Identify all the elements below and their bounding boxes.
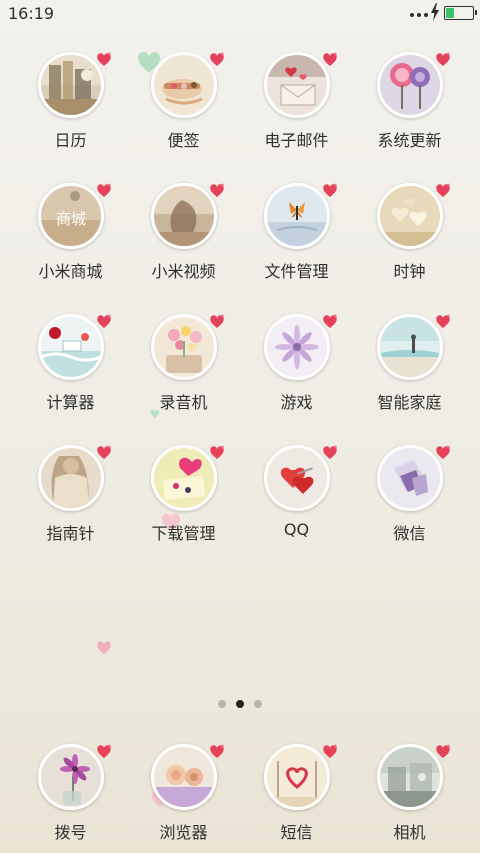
- app-camera[interactable]: 相机: [353, 744, 466, 842]
- video-icon: [150, 183, 217, 249]
- app-label: 计算器: [46, 393, 95, 412]
- app-calculator[interactable]: 计算器: [14, 314, 127, 445]
- app-mi-store[interactable]: 商城 小米商城: [14, 183, 127, 314]
- app-dialer[interactable]: 拨号: [14, 744, 127, 842]
- app-calendar[interactable]: 日历: [14, 52, 127, 183]
- heart-badge-icon: [435, 445, 450, 459]
- app-label: 浏览器: [159, 823, 208, 842]
- heart-badge-icon: [322, 314, 337, 328]
- app-wechat[interactable]: 微信: [353, 445, 466, 576]
- heart-badge-icon: [435, 183, 450, 197]
- page-dot[interactable]: [254, 700, 262, 708]
- page-dot-active[interactable]: [236, 700, 244, 708]
- store-icon-text: 商城: [55, 210, 85, 228]
- notes-icon: [150, 52, 217, 118]
- app-games[interactable]: 游戏: [240, 314, 353, 445]
- app-label: 日历: [54, 131, 87, 150]
- app-label: 微信: [393, 524, 426, 543]
- calculator-icon: [37, 314, 104, 380]
- app-label: 小米视频: [151, 262, 216, 281]
- recorder-icon: [150, 314, 217, 380]
- page-dot[interactable]: [218, 700, 226, 708]
- app-messages[interactable]: 短信: [240, 744, 353, 842]
- system-update-icon: [376, 52, 443, 118]
- app-label: 便签: [167, 131, 200, 150]
- heart-badge-icon: [209, 744, 224, 758]
- page-indicator[interactable]: [0, 700, 480, 708]
- heart-badge-icon: [209, 52, 224, 66]
- app-download-manager[interactable]: 下载管理: [127, 445, 240, 576]
- wechat-icon: [376, 445, 443, 511]
- clock-icon: [376, 183, 443, 249]
- email-icon: [263, 52, 330, 118]
- heart-badge-icon: [435, 52, 450, 66]
- app-label: 文件管理: [264, 262, 329, 281]
- app-email[interactable]: 电子邮件: [240, 52, 353, 183]
- heart-badge-icon: [96, 445, 111, 459]
- notification-dots-icon: [410, 13, 428, 17]
- app-grid: 日历 便签 电子邮件 系统更新 商城 小米商城 小米视频 文件管理 时钟 计算器…: [14, 52, 466, 576]
- battery-level: [446, 8, 454, 18]
- heart-badge-icon: [209, 314, 224, 328]
- app-label: QQ: [283, 520, 310, 539]
- download-manager-icon: [150, 445, 217, 511]
- app-label: 小米商城: [38, 262, 103, 281]
- app-browser[interactable]: 浏览器: [127, 744, 240, 842]
- app-recorder[interactable]: 录音机: [127, 314, 240, 445]
- heart-badge-icon: [322, 744, 337, 758]
- file-manager-icon: [263, 183, 330, 249]
- decorative-heart-icon: [97, 641, 111, 654]
- calendar-icon: [37, 52, 104, 118]
- heart-badge-icon: [322, 183, 337, 197]
- dialer-icon: [37, 744, 104, 810]
- browser-icon: [150, 744, 217, 810]
- app-label: 电子邮件: [264, 131, 329, 150]
- app-compass[interactable]: 指南针: [14, 445, 127, 576]
- app-smart-home[interactable]: 智能家庭: [353, 314, 466, 445]
- heart-badge-icon: [96, 744, 111, 758]
- heart-badge-icon: [322, 445, 337, 459]
- heart-badge-icon: [322, 52, 337, 66]
- app-label: 时钟: [393, 262, 426, 281]
- app-label: 相机: [393, 823, 426, 842]
- heart-badge-icon: [96, 183, 111, 197]
- store-icon: 商城: [37, 183, 104, 249]
- lightning-icon: [431, 3, 439, 21]
- app-mi-video[interactable]: 小米视频: [127, 183, 240, 314]
- heart-badge-icon: [435, 314, 450, 328]
- dock: 拨号 浏览器 短信 相机: [14, 744, 466, 842]
- app-file-manager[interactable]: 文件管理: [240, 183, 353, 314]
- heart-badge-icon: [96, 314, 111, 328]
- app-label: 拨号: [54, 823, 87, 842]
- app-label: 智能家庭: [377, 393, 442, 412]
- messages-icon: [263, 744, 330, 810]
- app-system-update[interactable]: 系统更新: [353, 52, 466, 183]
- camera-icon: [376, 744, 443, 810]
- app-label: 录音机: [159, 393, 208, 412]
- heart-badge-icon: [209, 183, 224, 197]
- app-notes[interactable]: 便签: [127, 52, 240, 183]
- compass-icon: [37, 445, 104, 511]
- app-label: 下载管理: [151, 524, 216, 543]
- status-time: 16:19: [8, 4, 55, 23]
- app-qq[interactable]: QQ: [240, 445, 353, 576]
- app-label: 短信: [280, 823, 313, 842]
- status-bar: 16:19: [0, 0, 480, 28]
- battery-icon: [444, 6, 477, 20]
- smart-home-icon: [376, 314, 443, 380]
- heart-badge-icon: [435, 744, 450, 758]
- app-label: 游戏: [280, 393, 313, 412]
- app-label: 系统更新: [377, 131, 442, 150]
- heart-badge-icon: [209, 445, 224, 459]
- qq-icon: [263, 445, 330, 511]
- app-label: 指南针: [46, 524, 95, 543]
- games-icon: [263, 314, 330, 380]
- app-clock[interactable]: 时钟: [353, 183, 466, 314]
- heart-badge-icon: [96, 52, 111, 66]
